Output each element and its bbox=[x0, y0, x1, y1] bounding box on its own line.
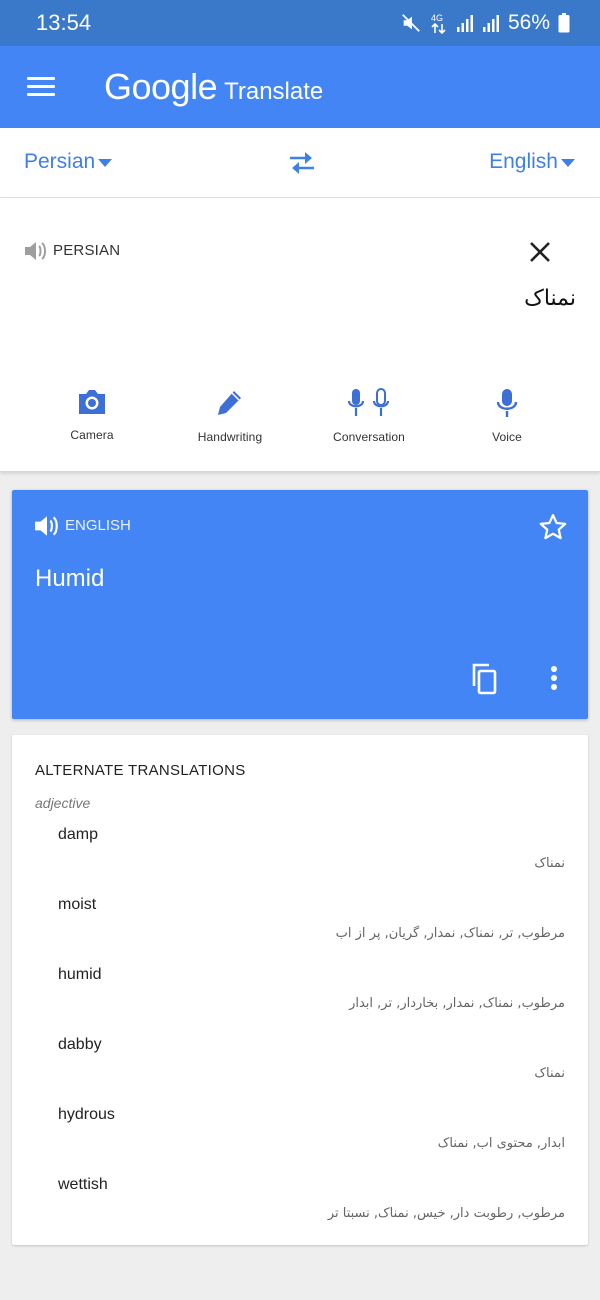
speaker-icon[interactable] bbox=[24, 240, 48, 267]
brand-translate: Translate bbox=[224, 78, 324, 105]
alternate-word: damp bbox=[58, 826, 99, 843]
voice-label: Voice bbox=[492, 430, 522, 444]
app-logo: Google Translate bbox=[104, 66, 323, 108]
camera-label: Camera bbox=[70, 428, 114, 442]
signal-icon bbox=[482, 13, 500, 33]
list-item[interactable]: humid مرطوب, نمناک, نمدار, بخاردار, تر, … bbox=[12, 964, 588, 1034]
mic-icon bbox=[496, 389, 518, 417]
translation-result-card: ENGLISH Humid bbox=[12, 490, 588, 719]
alternate-translations-title: ALTERNATE TRANSLATIONS bbox=[35, 762, 246, 779]
list-item[interactable]: dabby نمناک bbox=[12, 1034, 588, 1104]
dropdown-caret-icon bbox=[98, 159, 113, 167]
part-of-speech: adjective bbox=[35, 795, 91, 811]
app-bar: Google Translate bbox=[0, 46, 600, 128]
back-translation: ابدار, محتوی اب, نمناک bbox=[437, 1136, 565, 1151]
list-item[interactable]: wettish مرطوب, رطوبت دار, خیس, نمناک, نس… bbox=[12, 1174, 588, 1244]
language-bar: Persian English bbox=[0, 128, 600, 198]
alternate-word: wettish bbox=[58, 1176, 108, 1193]
dropdown-caret-icon bbox=[561, 159, 575, 167]
target-language-selector[interactable]: English bbox=[489, 150, 575, 174]
source-text[interactable]: نمناک bbox=[524, 286, 576, 311]
star-icon[interactable] bbox=[538, 512, 568, 547]
status-bar: 13:54 4G 56% bbox=[0, 0, 600, 46]
translated-text[interactable]: Humid bbox=[35, 565, 104, 593]
handwriting-label: Handwriting bbox=[197, 430, 263, 444]
list-item[interactable]: moist مرطوب, تر, نمناک, نمدار, گریان, پر… bbox=[12, 894, 588, 964]
network-4g-icon: 4G bbox=[430, 11, 448, 35]
menu-icon[interactable] bbox=[27, 77, 55, 97]
alternate-word: humid bbox=[58, 966, 102, 983]
copy-icon[interactable] bbox=[468, 662, 498, 701]
target-language-caption: ENGLISH bbox=[65, 517, 131, 534]
camera-icon bbox=[79, 390, 105, 414]
back-translation: مرطوب, نمناک, نمدار, بخاردار, تر, ابدار bbox=[349, 996, 565, 1011]
signal-icon bbox=[456, 13, 474, 33]
speaker-icon[interactable] bbox=[34, 514, 60, 543]
alternate-word: moist bbox=[58, 896, 97, 913]
double-mic-icon bbox=[347, 388, 390, 416]
brand-google: Google bbox=[104, 66, 218, 107]
network-4g-label: 4G bbox=[431, 13, 443, 23]
alternate-word: dabby bbox=[58, 1036, 102, 1053]
alternate-word: hydrous bbox=[58, 1106, 115, 1123]
back-translation: مرطوب, تر, نمناک, نمدار, گریان, پر از اب bbox=[335, 926, 565, 941]
alternate-list: damp نمناک moist مرطوب, تر, نمناک, نمدار… bbox=[12, 824, 588, 1244]
handwriting-button[interactable]: Handwriting bbox=[165, 388, 295, 444]
voice-button[interactable]: Voice bbox=[442, 388, 572, 444]
input-panel: PERSIAN نمناک Camera Handwriting Convers… bbox=[0, 198, 600, 472]
camera-button[interactable]: Camera bbox=[27, 388, 157, 442]
source-language-selector[interactable]: Persian bbox=[24, 150, 113, 174]
back-translation: نمناک bbox=[534, 1066, 565, 1081]
battery-icon bbox=[558, 13, 570, 33]
back-translation: مرطوب, رطوبت دار, خیس, نمناک, نسبتا تر bbox=[327, 1206, 565, 1221]
alternate-translations-card: ALTERNATE TRANSLATIONS adjective damp نم… bbox=[12, 735, 588, 1245]
status-indicators: 4G 56% bbox=[400, 11, 570, 35]
more-vert-icon[interactable] bbox=[550, 665, 558, 696]
list-item[interactable]: hydrous ابدار, محتوی اب, نمناک bbox=[12, 1104, 588, 1174]
source-language-caption: PERSIAN bbox=[53, 242, 121, 259]
source-language-label: Persian bbox=[24, 150, 96, 173]
pen-icon bbox=[218, 391, 241, 415]
conversation-label: Conversation bbox=[333, 430, 405, 444]
battery-percent: 56% bbox=[507, 11, 550, 34]
target-language-label: English bbox=[489, 150, 558, 173]
close-icon[interactable] bbox=[528, 240, 552, 269]
list-item[interactable]: damp نمناک bbox=[12, 824, 588, 894]
swap-languages-icon[interactable] bbox=[287, 150, 317, 181]
conversation-button[interactable]: Conversation bbox=[304, 388, 434, 444]
status-time: 13:54 bbox=[36, 10, 92, 35]
mute-icon bbox=[400, 12, 422, 34]
back-translation: نمناک bbox=[534, 856, 565, 871]
